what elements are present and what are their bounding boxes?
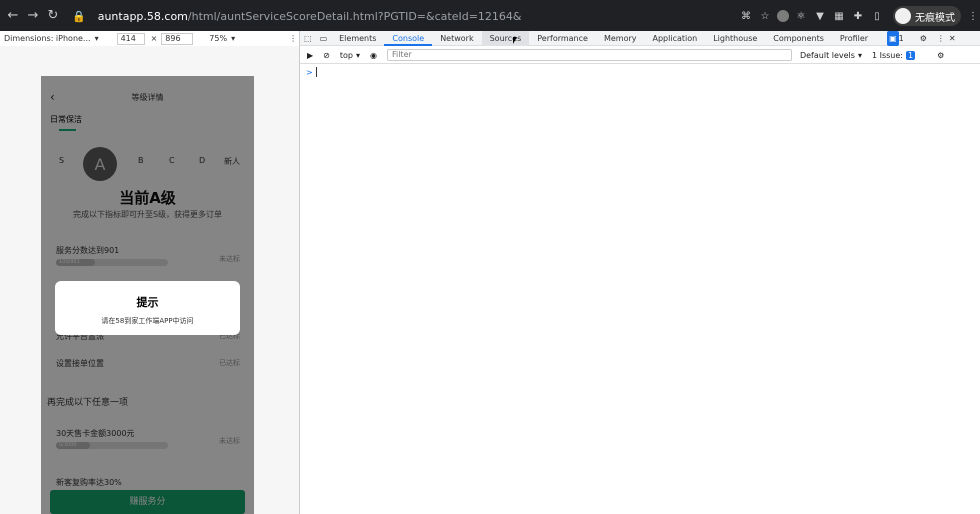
browser-toolbar: ← → ↻ 🔒 auntapp.58.com /html/auntService… — [0, 0, 980, 31]
puzzle-icon[interactable]: ✚ — [851, 9, 865, 23]
sidebar-icon[interactable]: ▯ — [870, 9, 884, 23]
profile-button[interactable]: 无痕模式 — [893, 6, 961, 26]
device-toolbar: Dimensions: iPhone... ▾ 414 × 896 75% ▾ … — [0, 31, 299, 46]
clear-icon[interactable]: ⊘ — [323, 51, 330, 60]
apps-icon[interactable]: ⌘ — [739, 9, 753, 23]
console-prompt: > — [306, 68, 313, 77]
tab-sources[interactable]: Sources — [481, 30, 530, 46]
more-icon[interactable]: ⋮ — [935, 31, 947, 46]
reload-icon[interactable]: ↻ — [43, 6, 63, 26]
tab-console[interactable]: Console — [384, 31, 433, 46]
devtools-tabs: ⬚ ▭ Elements Console Network Sources Per… — [300, 30, 980, 46]
url-host: auntapp.58.com — [97, 9, 188, 23]
grid-icon[interactable]: ▦ — [832, 9, 846, 23]
star-icon[interactable]: ☆ — [758, 9, 772, 23]
tab-profiler[interactable]: Profiler — [832, 31, 876, 46]
issues-badge[interactable]: ▣ 1 — [876, 30, 912, 46]
modal-title: 提示 — [136, 296, 159, 309]
tab-performance[interactable]: Performance — [529, 31, 596, 46]
avatar-icon — [895, 8, 911, 24]
filter-input[interactable]: Filter — [386, 49, 792, 61]
divider[interactable] — [299, 31, 300, 514]
device-toggle-icon[interactable]: ▭ — [316, 31, 332, 46]
inspect-icon[interactable]: ⬚ — [300, 31, 316, 46]
forward-icon[interactable]: → — [23, 6, 43, 26]
tab-network[interactable]: Network — [432, 31, 481, 46]
mobile-viewport: ‹ 等级详情 日常保洁 S A B C D 新人 当前A级 完成以下指标即可升至… — [0, 46, 299, 514]
gear-icon[interactable]: ⚙ — [937, 51, 944, 60]
address-bar[interactable]: 🔒 auntapp.58.com /html/auntServiceScoreD… — [72, 5, 755, 27]
chevron-down-icon: ▾ — [857, 50, 862, 60]
modal-dialog: 提示 请在58到家工作端APP中访问 — [55, 281, 240, 335]
chevron-down-icon: ▾ — [355, 50, 360, 60]
console-toolbar: ▶ ⊘ top ▾ ◉ Filter Default levels ▾ 1 Is… — [300, 47, 980, 64]
console-input[interactable] — [316, 67, 317, 77]
extension-icon[interactable] — [777, 10, 789, 22]
lock-icon: 🔒 — [72, 9, 86, 23]
tab-components[interactable]: Components — [765, 31, 832, 46]
eye-icon[interactable]: ◉ — [370, 51, 377, 60]
issues-label[interactable]: 1 Issue: — [872, 51, 903, 60]
times-icon: × — [150, 34, 158, 43]
more-icon[interactable]: ⋮ — [289, 34, 297, 43]
badge-count: 1 — [898, 33, 904, 43]
sidebar-toggle-icon[interactable]: ▶ — [307, 51, 313, 60]
tab-elements[interactable]: Elements — [331, 31, 384, 46]
message-icon: ▣ — [887, 30, 899, 46]
levels-select[interactable]: Default levels — [800, 51, 855, 60]
gear-icon[interactable]: ⚙ — [912, 31, 935, 46]
height-input[interactable]: 896 — [161, 32, 194, 45]
dimensions-label[interactable]: Dimensions: iPhone... — [4, 34, 91, 43]
profile-label: 无痕模式 — [915, 12, 955, 24]
tab-application[interactable]: Application — [645, 31, 706, 46]
close-icon[interactable]: ✕ — [947, 31, 958, 46]
react-icon[interactable]: ⚛ — [794, 9, 808, 23]
tab-lighthouse[interactable]: Lighthouse — [705, 31, 765, 46]
chevron-down-icon: ▾ — [94, 34, 99, 43]
mouse-cursor — [513, 37, 517, 44]
context-select[interactable]: top — [340, 51, 353, 60]
width-input[interactable]: 414 — [116, 32, 145, 45]
back-icon[interactable]: ← — [3, 6, 23, 26]
issues-count: 1 — [905, 50, 916, 60]
chevron-down-icon: ▾ — [231, 34, 236, 43]
zoom-select[interactable]: 75% — [209, 34, 227, 43]
menu-icon[interactable]: ⋮ — [966, 9, 980, 23]
modal-message: 请在58到家工作端APP中访问 — [101, 317, 194, 325]
tab-memory[interactable]: Memory — [596, 31, 645, 46]
vue-icon[interactable]: ▼ — [813, 9, 827, 23]
url-path: /html/auntServiceScoreDetail.html?PGTID=… — [187, 9, 522, 23]
phone-screen: ‹ 等级详情 日常保洁 S A B C D 新人 当前A级 完成以下指标即可升至… — [41, 76, 254, 514]
